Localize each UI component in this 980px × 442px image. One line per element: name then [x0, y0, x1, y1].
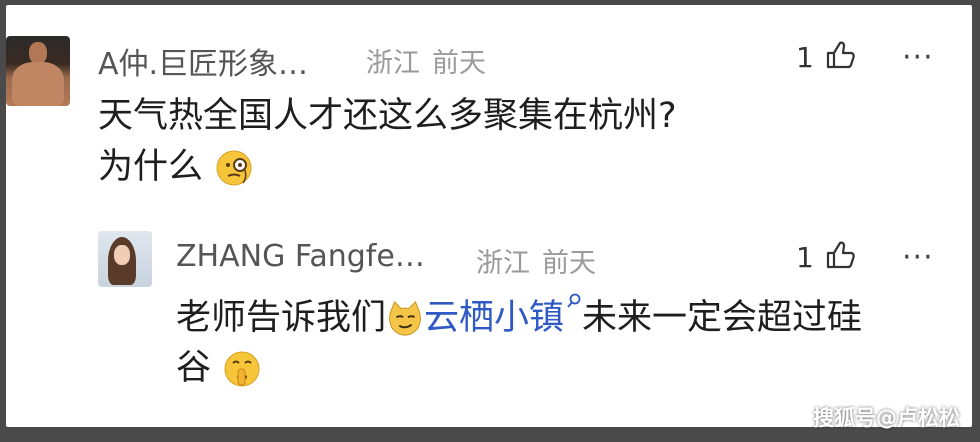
comment-text: 天气热全国人才还这么多聚集在杭州?	[98, 96, 677, 136]
avatar-torso	[12, 62, 64, 106]
avatar-head	[29, 42, 47, 64]
comment-time: 前天	[432, 48, 486, 79]
watermark: 搜狐号@卢松松	[813, 406, 960, 430]
topic-link[interactable]: 云栖小镇	[424, 298, 564, 338]
thumbs-up-icon[interactable]	[824, 39, 856, 71]
comment-card: A仲.巨匠形象… 浙江 前天 1 ··· 天气热全国人才还这么多聚集在杭州? 为…	[6, 5, 972, 427]
comment-time: 前天	[542, 248, 596, 279]
comment-location: 浙江	[476, 248, 530, 279]
comment-text-segment: 为什么	[98, 147, 204, 187]
like-count: 1	[796, 41, 814, 74]
comment-text-line2: 谷	[176, 343, 262, 393]
avatar[interactable]	[6, 36, 70, 106]
like-count: 1	[796, 241, 814, 274]
comment-text-segment: 谷	[176, 348, 212, 388]
comment-location: 浙江	[366, 48, 420, 79]
more-options-icon[interactable]: ···	[902, 43, 934, 73]
smirking-cat-emoji	[389, 301, 421, 336]
more-options-icon[interactable]: ···	[902, 243, 934, 273]
comment-text-line2: 为什么	[98, 142, 254, 192]
comment-text-segment: 未来一定会超过硅	[582, 298, 863, 338]
monocle-face-emoji	[216, 150, 252, 186]
avatar[interactable]	[98, 231, 152, 287]
thumbs-up-icon[interactable]	[824, 239, 856, 271]
shushing-face-emoji	[224, 351, 260, 387]
search-icon[interactable]	[566, 293, 582, 311]
comment-username[interactable]: ZHANG Fangfe…	[176, 239, 425, 274]
comment-text: 老师告诉我们 云栖小镇 未来一定会超过硅	[176, 293, 862, 343]
avatar-face	[114, 245, 130, 265]
comment-username[interactable]: A仲.巨匠形象…	[98, 39, 308, 83]
comment-text-segment: 老师告诉我们	[176, 298, 387, 338]
